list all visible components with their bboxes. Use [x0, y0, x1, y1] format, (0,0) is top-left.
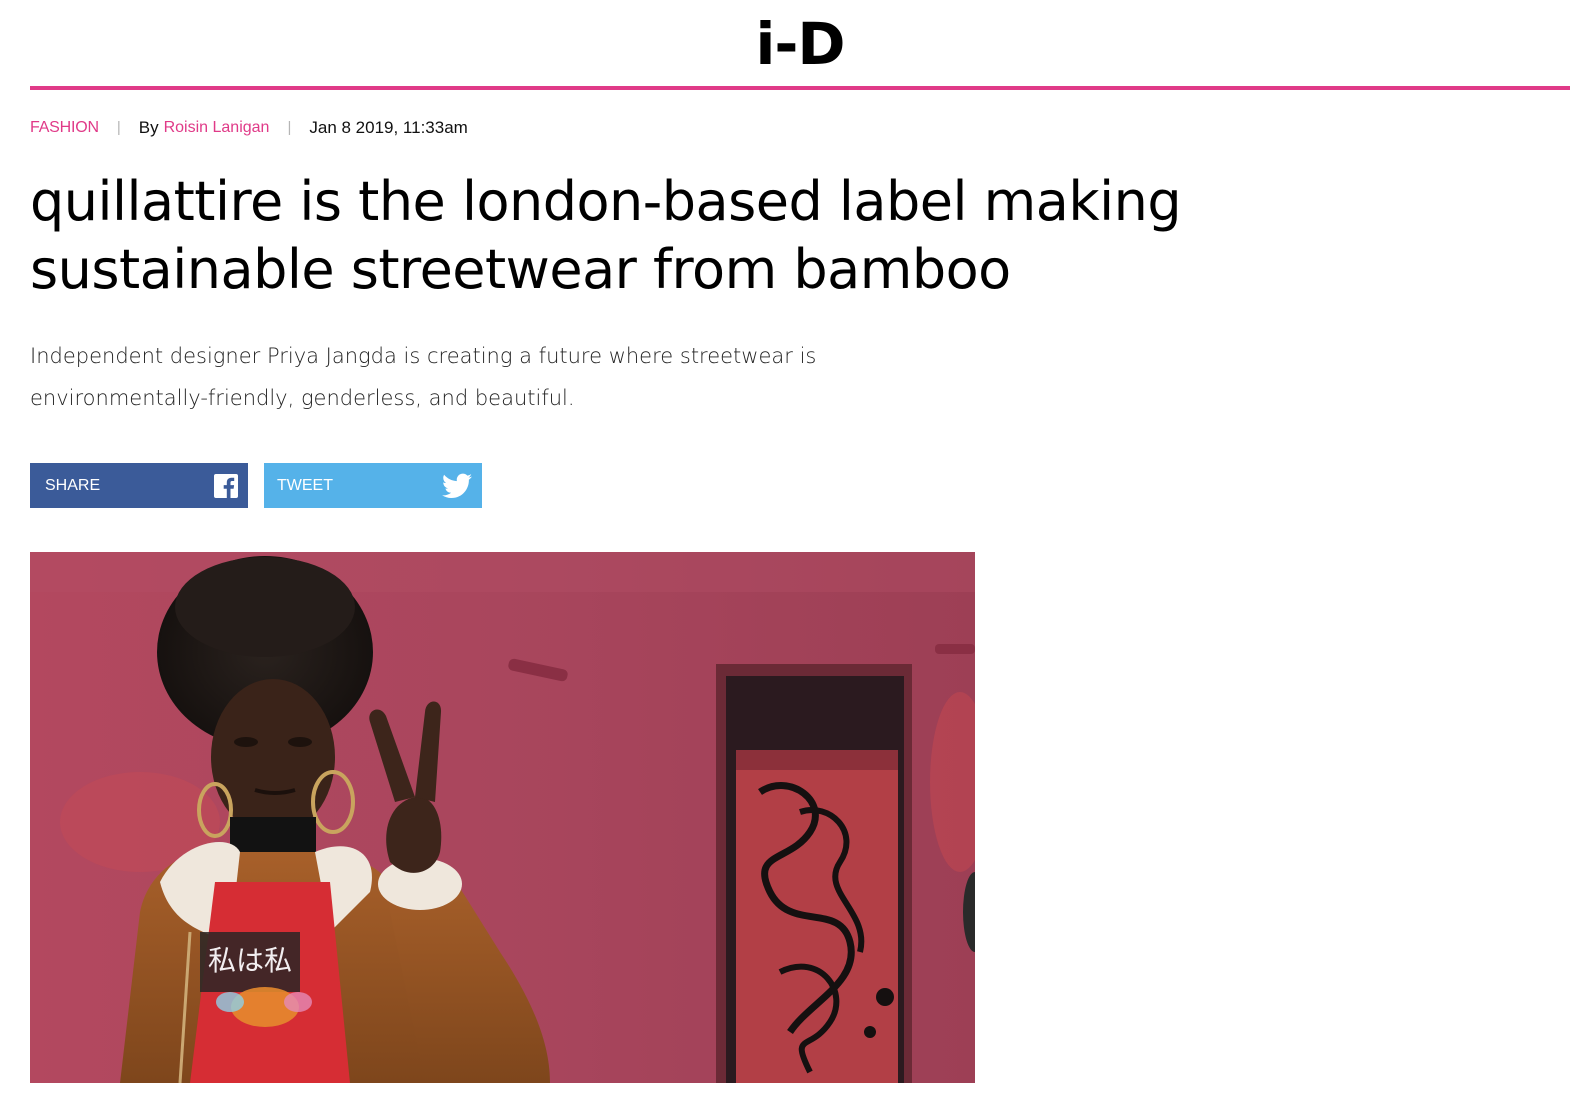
publish-date: Jan 8 2019, 11:33am — [309, 118, 468, 137]
article-headline: quillattire is the london-based label ma… — [30, 170, 1182, 301]
meta-separator: | — [116, 119, 121, 136]
hero-image: 私は私 — [30, 552, 975, 1083]
article-meta: FASHION | By Roisin Lanigan | Jan 8 2019… — [30, 116, 468, 140]
facebook-share-button[interactable]: SHARE — [30, 463, 248, 508]
tshirt-print-text: 私は私 — [208, 944, 292, 977]
meta-separator: | — [287, 119, 292, 136]
twitter-share-label: TWEET — [277, 476, 333, 494]
header-bar: i-D — [30, 0, 1570, 88]
category-link[interactable]: FASHION — [30, 116, 99, 140]
header-divider — [30, 86, 1570, 90]
byline-prefix: By — [138, 118, 159, 137]
author-link[interactable]: Roisin Lanigan — [164, 116, 270, 140]
site-logo[interactable]: i-D — [755, 12, 845, 76]
facebook-share-label: SHARE — [45, 476, 101, 494]
article-dek: Independent designer Priya Jangda is cre… — [30, 344, 817, 410]
twitter-bird-icon — [442, 473, 472, 499]
facebook-icon — [214, 473, 238, 498]
twitter-share-button[interactable]: TWEET — [264, 463, 482, 508]
share-buttons: SHARE TWEET — [30, 463, 482, 508]
